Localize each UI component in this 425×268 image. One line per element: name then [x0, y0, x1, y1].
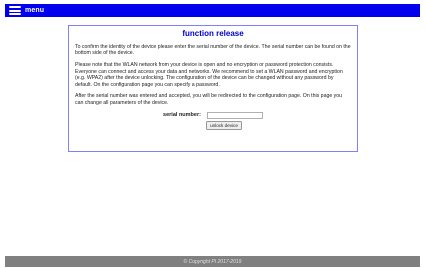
- hamburger-menu-icon[interactable]: [9, 6, 21, 15]
- serial-number-label: serial number:: [163, 112, 201, 119]
- menu-label[interactable]: menu: [25, 7, 44, 14]
- footer-bar: © Copyright PI 2017-2019: [5, 256, 420, 267]
- unlock-button-row: unlock device: [75, 120, 351, 130]
- serial-number-row: serial number:: [75, 111, 351, 119]
- function-release-panel: function release To confirm the identity…: [68, 25, 358, 152]
- copyright-text: © Copyright PI 2017-2019: [183, 258, 242, 265]
- unlock-device-button[interactable]: unlock device: [206, 120, 242, 130]
- identity-instructions: To confirm the identity of the device pl…: [75, 44, 351, 57]
- redirect-notice: After the serial number was entered and …: [75, 93, 343, 106]
- top-menu-bar: menu: [5, 4, 420, 17]
- wlan-security-notice: Please note that the WLAN network from y…: [75, 62, 343, 88]
- page: menu function release To confirm the ide…: [0, 0, 425, 268]
- page-title: function release: [182, 29, 244, 38]
- serial-number-input[interactable]: [206, 111, 263, 119]
